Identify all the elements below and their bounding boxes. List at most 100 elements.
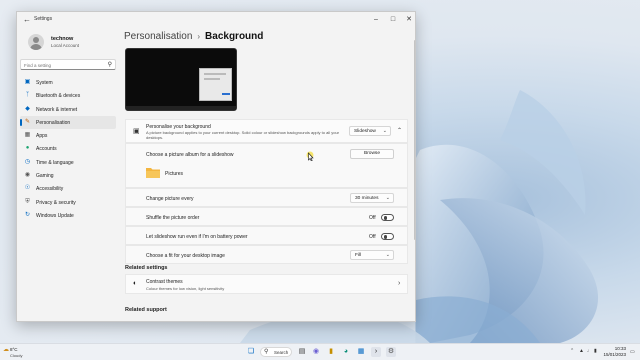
sidebar-item-gaming[interactable]: ◉ Gaming [20, 169, 116, 182]
chat-icon[interactable]: ◉ [311, 347, 321, 357]
related-settings-heading: Related settings [125, 265, 168, 271]
chevron-up-icon[interactable]: ⌃ [570, 348, 574, 354]
taskbar: ☁ 8°C Cloudy ❏ ⚲ Search ▤ ◉ ▮ ◕ ▦ › ⚙ ⌃ … [0, 343, 640, 360]
dropdown-value: Slideshow [354, 129, 376, 134]
sidebar-item-label: Accessibility [36, 186, 64, 193]
account-type: Local Account [51, 43, 80, 48]
store-icon[interactable]: ▦ [356, 347, 366, 357]
background-type-dropdown[interactable]: Slideshow ⌄ [349, 126, 391, 136]
apps-icon: ▦ [24, 132, 31, 139]
clock-time[interactable]: 10:33 [602, 346, 626, 351]
sidebar-item-accessibility[interactable]: ☉ Accessibility [20, 182, 116, 195]
chevron-down-icon: ⌄ [385, 252, 390, 258]
battery-label: Let slideshow run even if I'm on battery… [146, 234, 248, 240]
volume-icon[interactable]: ♩ [587, 348, 592, 354]
search-icon: ⚲ [264, 349, 269, 355]
shuffle-row: Shuffle the picture order Off [125, 207, 408, 226]
title-bar: ← Settings – □ ✕ [17, 12, 415, 28]
selection-indicator [20, 118, 22, 126]
contrast-icon: ◐ [133, 280, 138, 287]
monitor-icon: ▣ [24, 79, 31, 85]
settings-gear-icon[interactable]: ⚙ [386, 347, 396, 357]
sidebar-item-time-language[interactable]: ◷ Time & language [20, 156, 116, 169]
sidebar-item-privacy[interactable]: ⛨ Privacy & security [20, 196, 116, 209]
edge-browser-icon[interactable]: ◕ [341, 347, 351, 357]
notification-icon[interactable]: ▭ [630, 349, 635, 355]
update-icon: ↻ [24, 211, 31, 218]
sidebar-item-system[interactable]: ▣ System [20, 76, 116, 89]
shield-icon: ⛨ [25, 198, 30, 205]
personalise-background-row: ▣ Personalise your background A picture … [125, 119, 408, 143]
chevron-up-icon[interactable]: ⌃ [397, 127, 402, 134]
weather-temperature[interactable]: 8°C [10, 347, 18, 352]
sidebar-item-label: Accounts [36, 146, 57, 153]
contrast-title: Contrast themes [146, 279, 183, 285]
sidebar-item-label: Bluetooth & devices [36, 93, 81, 100]
task-view-icon[interactable]: ▤ [297, 347, 307, 357]
related-support-heading: Related support [125, 307, 167, 313]
start-menu-icon[interactable]: ❏ [246, 347, 256, 357]
sidebar-item-label: Time & language [36, 159, 74, 166]
sidebar-item-label: Network & internet [36, 106, 78, 113]
search-input[interactable] [24, 61, 104, 69]
scrollbar[interactable] [414, 40, 415, 240]
shuffle-label: Shuffle the picture order [146, 215, 200, 221]
contrast-description: Colour themes for low vision, light sens… [146, 286, 225, 291]
sidebar-item-label: Windows Update [36, 212, 74, 219]
preview-line [204, 73, 226, 75]
person-icon: ● [25, 145, 30, 152]
fit-dropdown[interactable]: Fill ⌄ [350, 250, 394, 260]
battery-toggle[interactable] [381, 233, 394, 240]
mouse-cursor [306, 151, 314, 161]
preview-taskbar [126, 106, 236, 110]
change-interval-dropdown[interactable]: 30 minutes ⌄ [350, 193, 394, 203]
search-field[interactable]: ⚲ [20, 59, 116, 70]
terminal-icon[interactable]: › [371, 347, 381, 357]
breadcrumb: Personalisation › Background [124, 31, 263, 42]
background-preview [125, 48, 237, 111]
sidebar-item-apps[interactable]: ▦ Apps [20, 129, 116, 142]
search-icon: ⚲ [107, 62, 112, 68]
wifi-icon[interactable]: ▲ [579, 348, 584, 354]
album-label: Choose a picture album for a slideshow [146, 152, 234, 158]
settings-window: ← Settings – □ ✕ technow Local Account ⚲… [16, 11, 416, 322]
minimize-icon[interactable]: – [369, 12, 383, 27]
sidebar-item-bluetooth[interactable]: ᛉ Bluetooth & devices [20, 89, 116, 102]
accessibility-icon: ☉ [24, 185, 31, 192]
weather-cloudy-icon[interactable]: ☁ [3, 347, 9, 353]
browse-button[interactable]: Browse [350, 149, 394, 159]
globe-clock-icon: ◷ [24, 158, 31, 165]
preview-window [199, 68, 232, 101]
album-row: Choose a picture album for a slideshow B… [125, 143, 408, 188]
sidebar-item-windows-update[interactable]: ↻ Windows Update [20, 209, 116, 222]
toggle-state: Off [369, 234, 376, 240]
sidebar-item-accounts[interactable]: ● Accounts [20, 142, 116, 155]
breadcrumb-parent[interactable]: Personalisation [124, 31, 192, 42]
brush-icon: ✎ [24, 118, 31, 125]
fit-label: Choose a fit for your desktop image [146, 253, 225, 259]
folder-name[interactable]: Pictures [165, 171, 183, 177]
shuffle-toggle[interactable] [381, 214, 394, 221]
chevron-right-icon: › [398, 280, 401, 287]
user-profile[interactable]: technow Local Account [23, 31, 123, 57]
page-title: Background [205, 31, 264, 42]
taskbar-search[interactable]: ⚲ Search [260, 347, 292, 357]
chevron-down-icon: ⌄ [385, 195, 390, 201]
clock-date[interactable]: 15/01/2023 [596, 352, 626, 357]
app-title: Settings [34, 16, 53, 22]
back-arrow-icon[interactable]: ← [22, 14, 32, 25]
contrast-themes-row[interactable]: ◐ Contrast themes Colour themes for low … [125, 274, 408, 294]
folder-icon [146, 168, 160, 178]
dropdown-value: 30 minutes [355, 196, 379, 201]
sidebar-nav: ▣ System ᛉ Bluetooth & devices ◆ Network… [20, 76, 116, 222]
maximize-icon[interactable]: □ [386, 12, 400, 27]
weather-description[interactable]: Cloudy [10, 353, 22, 358]
sidebar-item-personalisation[interactable]: ✎ Personalisation [20, 115, 116, 130]
preview-line [204, 78, 220, 80]
sidebar-item-label: Gaming [36, 173, 54, 180]
preview-button [222, 93, 230, 95]
close-icon[interactable]: ✕ [402, 12, 415, 27]
sidebar-item-network[interactable]: ◆ Network & internet [20, 103, 116, 116]
file-explorer-icon[interactable]: ▮ [326, 347, 336, 357]
bluetooth-icon: ᛉ [25, 92, 30, 99]
